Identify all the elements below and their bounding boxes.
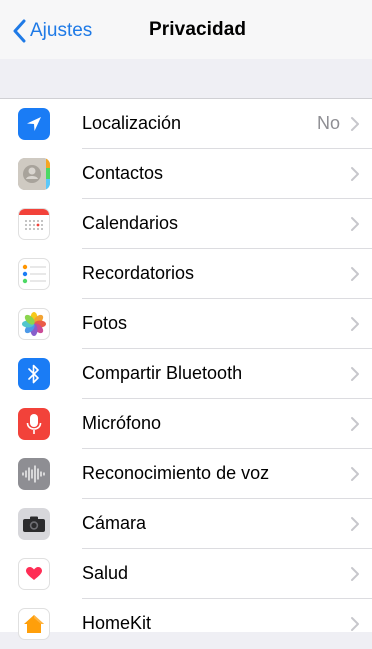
row-label: Micrófono: [82, 413, 162, 433]
homekit-house-icon: [18, 608, 50, 640]
row-compartir-bluetooth[interactable]: Compartir Bluetooth: [0, 349, 372, 399]
contacts-icon: [18, 158, 50, 190]
back-button-label: Ajustes: [30, 20, 93, 41]
row-localizacion[interactable]: Localización No: [0, 99, 372, 149]
row-recordatorios[interactable]: Recordatorios: [0, 249, 372, 299]
row-calendarios[interactable]: Calendarios: [0, 199, 372, 249]
chevron-right-icon: [351, 467, 359, 481]
calendar-icon: [18, 208, 50, 240]
settings-list: Localización No Contactos Calendarios Re…: [0, 98, 372, 640]
row-label: Cámara: [82, 513, 147, 533]
row-reconocimiento-de-voz[interactable]: Reconocimiento de voz: [0, 449, 372, 499]
row-fotos[interactable]: Fotos: [0, 299, 372, 349]
camera-icon: [18, 508, 50, 540]
row-label: Reconocimiento de voz: [82, 463, 270, 483]
row-microfono[interactable]: Micrófono: [0, 399, 372, 449]
row-label: Fotos: [82, 313, 128, 333]
chevron-right-icon: [351, 367, 359, 381]
chevron-right-icon: [351, 267, 359, 281]
chevron-right-icon: [351, 417, 359, 431]
chevron-right-icon: [351, 617, 359, 631]
page-title: Privacidad: [149, 19, 247, 40]
speech-waveform-icon: [18, 458, 50, 490]
bluetooth-icon: [18, 358, 50, 390]
row-label: Compartir Bluetooth: [82, 363, 243, 383]
chevron-right-icon: [351, 117, 359, 131]
row-label: Salud: [82, 563, 129, 583]
row-label: Contactos: [82, 163, 164, 183]
photos-icon: [18, 308, 50, 340]
reminders-icon: [18, 258, 50, 290]
chevron-right-icon: [351, 567, 359, 581]
row-label: Recordatorios: [82, 263, 195, 283]
back-button[interactable]: Ajustes: [12, 16, 92, 46]
chevron-right-icon: [351, 317, 359, 331]
row-label: Localización: [82, 113, 182, 133]
chevron-right-icon: [351, 217, 359, 231]
row-homekit[interactable]: HomeKit: [0, 599, 372, 649]
row-value: No: [316, 113, 340, 133]
row-camara[interactable]: Cámara: [0, 499, 372, 549]
location-arrow-icon: [18, 108, 50, 140]
section-spacer: [0, 59, 372, 101]
row-salud[interactable]: Salud: [0, 549, 372, 599]
row-label: Calendarios: [82, 213, 179, 233]
navigation-bar: Ajustes Privacidad: [0, 0, 372, 59]
chevron-right-icon: [351, 167, 359, 181]
microphone-icon: [18, 408, 50, 440]
row-contactos[interactable]: Contactos: [0, 149, 372, 199]
chevron-right-icon: [351, 517, 359, 531]
health-heart-icon: [18, 558, 50, 590]
chevron-left-icon: [13, 19, 26, 43]
